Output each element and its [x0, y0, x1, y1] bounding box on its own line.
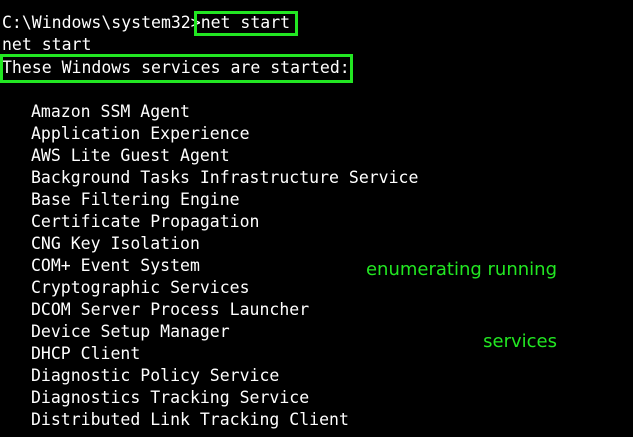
service-item: CNG Key Isolation	[31, 234, 200, 253]
annotation-label: enumerating running services	[366, 210, 557, 402]
service-item: DHCP Client	[31, 344, 141, 363]
terminal-window[interactable]: C:\Windows\system32>net start net start …	[0, 0, 633, 437]
service-item: AWS Lite Guest Agent	[31, 146, 230, 165]
service-item: Diagnostics Tracking Service	[31, 388, 310, 407]
service-item: Base Filtering Engine	[31, 190, 240, 209]
service-item: Certificate Propagation	[31, 212, 260, 231]
service-item: Diagnostic Policy Service	[31, 366, 280, 385]
service-item: Application Experience	[31, 124, 250, 143]
header-highlight-box	[0, 54, 353, 83]
service-item: Device Setup Manager	[31, 322, 230, 341]
service-item: Cryptographic Services	[31, 278, 250, 297]
service-item: Background Tasks Infrastructure Service	[31, 168, 419, 187]
service-item: COM+ Event System	[31, 256, 200, 275]
annotation-line-2: services	[483, 331, 557, 352]
command-highlight-box	[194, 11, 298, 36]
annotation-line-1: enumerating running	[365, 259, 557, 280]
prompt: C:\Windows\system32>	[2, 13, 201, 32]
service-item: DCOM Server Process Launcher	[31, 300, 310, 319]
service-item: Amazon SSM Agent	[31, 102, 190, 121]
service-item: Distributed Link Tracking Client	[31, 410, 349, 429]
command-echo: net start	[2, 35, 92, 54]
